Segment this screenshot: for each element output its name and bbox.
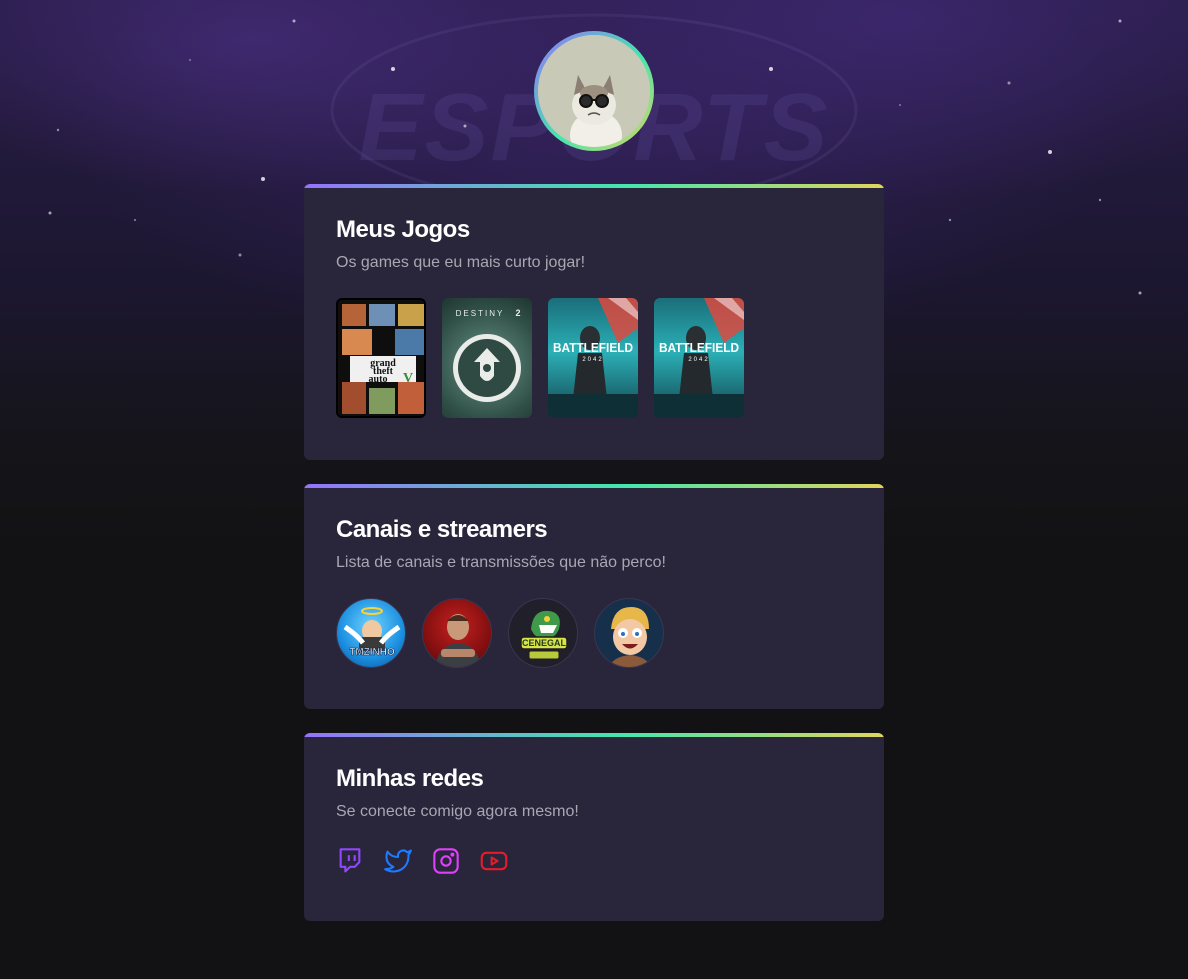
twitter-icon — [384, 849, 412, 873]
destiny-cover-number: 2 — [515, 308, 520, 318]
youtube-icon — [480, 851, 508, 871]
streamer-avatar-cenegal[interactable]: CENEGAL — [508, 598, 578, 668]
gta-cover-line-3: auto — [369, 374, 388, 385]
games-list: grand theft auto V DESTINY 2 BATTLEFIELD… — [336, 298, 852, 418]
twitch-link[interactable] — [336, 847, 364, 875]
instagram-link[interactable] — [432, 847, 460, 875]
battlefield-cover-title: BATTLEFIELD — [553, 340, 633, 355]
battlefield-cover-title: BATTLEFIELD — [659, 340, 739, 355]
streamers-title: Canais e streamers — [336, 516, 548, 543]
gta-cover-badge: V — [403, 371, 413, 386]
avatar — [538, 35, 650, 147]
streamer-avatar-tmzinho[interactable]: TMZINHO — [336, 598, 406, 668]
cenegal-label: CENEGAL — [522, 638, 567, 648]
streamers-subtitle: Lista de canais e transmissões que não p… — [336, 554, 666, 571]
socials-title: Minhas redes — [336, 765, 484, 792]
streamer-avatar-2[interactable] — [422, 598, 492, 668]
destiny-cover-title: DESTINY — [456, 309, 505, 318]
game-cover-gta-v[interactable]: grand theft auto V — [336, 298, 426, 418]
youtube-link[interactable] — [480, 847, 508, 875]
twitter-link[interactable] — [384, 847, 412, 875]
tmzinho-label: TMZINHO — [349, 647, 395, 658]
grumpy-cat-avatar-icon — [538, 35, 650, 147]
profile-avatar[interactable] — [534, 31, 654, 151]
games-subtitle: Os games que eu mais curto jogar! — [336, 254, 586, 271]
streamers-list: TMZINHO CENEGAL — [336, 598, 852, 668]
battlefield-cover-year: 2042 — [582, 357, 603, 363]
streamer-avatar-4[interactable] — [594, 598, 664, 668]
game-cover-battlefield-2042-2[interactable]: BATTLEFIELD 2042 — [654, 298, 744, 418]
games-card: Meus Jogos Os games que eu mais curto jo… — [304, 184, 884, 460]
streamers-card: Canais e streamers Lista de canais e tra… — [304, 484, 884, 709]
game-cover-battlefield-2042[interactable]: BATTLEFIELD 2042 — [548, 298, 638, 418]
socials-list — [336, 847, 852, 875]
socials-card: Minhas redes Se conecte comigo agora mes… — [304, 733, 884, 921]
game-cover-destiny-2[interactable]: DESTINY 2 — [442, 298, 532, 418]
games-title: Meus Jogos — [336, 216, 470, 243]
socials-subtitle: Se conecte comigo agora mesmo! — [336, 803, 579, 820]
battlefield-cover-year: 2042 — [688, 357, 709, 363]
instagram-icon — [433, 848, 459, 874]
twitch-icon — [339, 848, 361, 873]
